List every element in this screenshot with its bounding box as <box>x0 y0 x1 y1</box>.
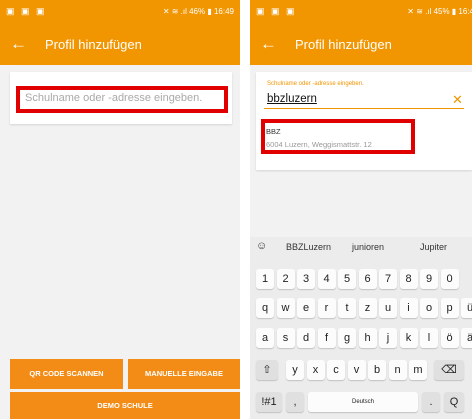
left-screen: ▣ ▣ ▣ ✕ ≋ .ıl 46% ▮ 16:49 ← Profil hinzu… <box>0 0 240 419</box>
keyboard-key[interactable]: 5 <box>338 269 356 289</box>
keyboard-key[interactable]: 7 <box>379 269 397 289</box>
keyboard-key[interactable]: n <box>388 360 407 380</box>
input-underline <box>264 108 464 109</box>
keyboard-key[interactable]: h <box>358 328 377 348</box>
keyboard-key[interactable]: ö <box>440 328 459 348</box>
keyboard-key[interactable]: Q <box>444 392 464 412</box>
keyboard-key[interactable]: !#1 <box>256 392 282 412</box>
keyboard-key[interactable]: w <box>276 298 295 318</box>
keyboard-key[interactable]: b <box>368 360 386 380</box>
page-title: Profil hinzufügen <box>45 37 142 52</box>
keyboard-key[interactable]: s <box>276 328 295 348</box>
arrow-left-icon[interactable]: ← <box>10 34 27 54</box>
highlight-box <box>16 86 228 113</box>
keyboard-key[interactable]: 0 <box>440 269 459 289</box>
keyboard-key[interactable]: 6 <box>358 269 377 289</box>
search-input[interactable]: bbzluzern <box>267 93 317 105</box>
keyboard-key[interactable]: a <box>256 328 274 348</box>
status-right: ✕ ≋ .ıl 46% ▮ 16:49 <box>162 7 234 16</box>
demo-school-button[interactable]: DEMO SCHULE <box>10 392 240 419</box>
notification-icons: ▣ ▣ ▣ <box>6 6 47 16</box>
keyboard-key[interactable]: p <box>440 298 459 318</box>
keyboard-suggestion[interactable]: Jupiter <box>420 242 447 252</box>
app-bar: ← Profil hinzufügen <box>0 25 240 65</box>
status-right: ✕ ≋ .ıl 45% ▮ 16:4 <box>407 7 472 16</box>
keyboard-key[interactable]: y <box>286 360 304 380</box>
emoji-icon[interactable]: ☺ <box>256 240 267 252</box>
keyboard-key[interactable]: t <box>338 298 356 318</box>
qr-scan-button[interactable]: QR CODE SCANNEN <box>10 359 123 389</box>
notification-icons: ▣ ▣ ▣ <box>256 6 297 16</box>
clear-icon[interactable]: ✕ <box>452 92 463 108</box>
keyboard-key[interactable]: q <box>256 298 274 318</box>
keyboard-key[interactable]: ⇧ <box>256 360 278 380</box>
keyboard-key[interactable]: Deutsch <box>308 392 418 412</box>
keyboard-key[interactable]: o <box>420 298 438 318</box>
keyboard-key[interactable]: f <box>317 328 336 348</box>
keyboard-key[interactable]: z <box>358 298 377 318</box>
app-bar: ← Profil hinzufügen <box>250 25 472 65</box>
keyboard-key[interactable]: g <box>338 328 356 348</box>
keyboard-key[interactable]: 8 <box>399 269 418 289</box>
keyboard-key[interactable]: i <box>399 298 418 318</box>
keyboard-key[interactable]: 2 <box>276 269 295 289</box>
highlight-box <box>261 119 415 154</box>
keyboard-key[interactable]: d <box>297 328 315 348</box>
keyboard-key[interactable]: 3 <box>297 269 315 289</box>
search-label: Schulname oder -adresse eingeben. <box>267 81 364 87</box>
keyboard-key[interactable]: r <box>317 298 336 318</box>
keyboard-key[interactable]: v <box>347 360 366 380</box>
keyboard-key[interactable]: u <box>379 298 397 318</box>
keyboard-suggestion[interactable]: BBZLuzern <box>286 242 331 252</box>
keyboard-key[interactable]: 4 <box>317 269 336 289</box>
manual-entry-button[interactable]: MANUELLE EINGABE <box>128 359 240 389</box>
keyboard-key[interactable]: . <box>422 392 440 412</box>
status-bar: ▣ ▣ ▣ ✕ ≋ .ıl 46% ▮ 16:49 <box>0 0 240 25</box>
keyboard-key[interactable]: e <box>297 298 315 318</box>
keyboard-suggestion[interactable]: junioren <box>352 242 384 252</box>
keyboard-key[interactable]: x <box>306 360 325 380</box>
status-bar: ▣ ▣ ▣ ✕ ≋ .ıl 45% ▮ 16:4 <box>250 0 472 25</box>
keyboard-key[interactable]: ü <box>461 298 472 318</box>
keyboard-key[interactable]: k <box>399 328 418 348</box>
keyboard-key[interactable]: ä <box>461 328 472 348</box>
keyboard-key[interactable]: l <box>420 328 438 348</box>
page-title: Profil hinzufügen <box>295 37 392 52</box>
arrow-left-icon[interactable]: ← <box>260 34 277 54</box>
keyboard-key[interactable]: , <box>286 392 304 412</box>
keyboard-key[interactable]: ⌫ <box>434 360 464 380</box>
keyboard-key[interactable]: c <box>327 360 345 380</box>
keyboard-key[interactable]: j <box>379 328 397 348</box>
keyboard-key[interactable]: 9 <box>420 269 438 289</box>
keyboard-key[interactable]: 1 <box>256 269 274 289</box>
keyboard-key[interactable]: m <box>409 360 427 380</box>
